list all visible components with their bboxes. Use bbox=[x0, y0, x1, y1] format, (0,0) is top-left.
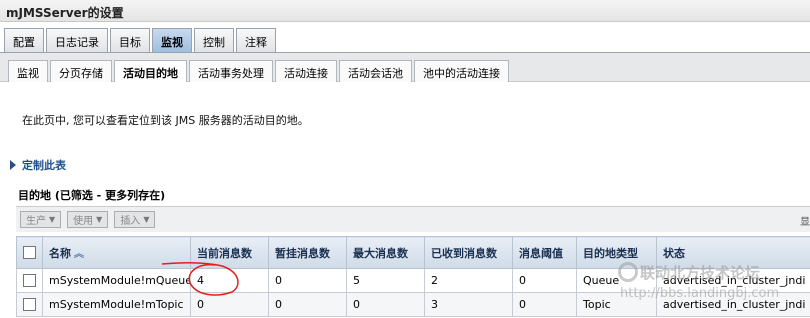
chevron-down-icon: ▼ bbox=[96, 215, 103, 224]
column-header-name-label: 名称 bbox=[49, 246, 71, 260]
chevron-down-icon: ▼ bbox=[49, 215, 56, 224]
subtab-active-transactions[interactable]: 活动事务处理 bbox=[189, 60, 273, 82]
row-select-cell bbox=[16, 268, 43, 293]
column-header-pending-messages[interactable]: 暂挂消息数 bbox=[268, 236, 347, 269]
cell-received-messages: 2 bbox=[424, 268, 513, 293]
window-title: mJMSServer的设置 bbox=[0, 0, 810, 22]
column-header-message-threshold[interactable]: 消息阈值 bbox=[512, 236, 577, 269]
table-row: mSystemModule!mTopic 0 0 0 3 0 Topic adv… bbox=[16, 292, 810, 317]
cell-current-messages: 0 bbox=[190, 292, 269, 317]
subtab-paging-store[interactable]: 分页存储 bbox=[50, 60, 112, 82]
customize-table-label: 定制此表 bbox=[22, 159, 66, 172]
cell-pending-messages: 0 bbox=[268, 268, 347, 293]
tab-configuration[interactable]: 配置 bbox=[4, 28, 44, 52]
subtab-active-session-pools[interactable]: 活动会话池 bbox=[339, 60, 412, 82]
tab-control[interactable]: 控制 bbox=[194, 28, 234, 52]
cell-destination-type: Topic bbox=[576, 292, 657, 317]
pager-text: 显 bbox=[800, 217, 810, 228]
insert-button[interactable]: 插入 ▼ bbox=[114, 211, 156, 228]
table-toolbar: 生产 ▼ 使用 ▼ 插入 ▼ 显 bbox=[16, 206, 810, 232]
subtab-active-destinations[interactable]: 活动目的地 bbox=[114, 60, 187, 82]
subtab-active-connections[interactable]: 活动连接 bbox=[275, 60, 337, 82]
column-header-max-messages[interactable]: 最大消息数 bbox=[346, 236, 425, 269]
row-select-cell bbox=[16, 292, 43, 317]
column-header-state[interactable]: 状态 bbox=[656, 236, 810, 269]
column-header-received-messages[interactable]: 已收到消息数 bbox=[424, 236, 513, 269]
table-header-row: 名称 ︽ 当前消息数 暂挂消息数 最大消息数 已收到消息数 消息阈值 目的地类型 … bbox=[16, 236, 810, 269]
cell-state: advertised_in_cluster_jndi bbox=[656, 292, 810, 317]
table-title: 目的地 (已筛选 - 更多列存在) bbox=[18, 189, 166, 202]
column-header-name[interactable]: 名称 ︽ bbox=[42, 236, 191, 269]
subtab-pooled-connections[interactable]: 池中的活动连接 bbox=[414, 60, 509, 82]
select-all-checkbox[interactable] bbox=[23, 246, 36, 260]
row-checkbox[interactable] bbox=[23, 298, 36, 312]
cell-pending-messages: 0 bbox=[268, 292, 347, 317]
consume-button[interactable]: 使用 ▼ bbox=[67, 211, 109, 228]
expand-triangle-icon bbox=[10, 160, 16, 170]
cell-name: mSystemModule!mTopic bbox=[42, 292, 191, 317]
select-all-cell bbox=[16, 236, 43, 269]
cell-message-threshold: 0 bbox=[512, 292, 577, 317]
cell-max-messages: 0 bbox=[346, 292, 425, 317]
table-row: mSystemModule!mQueue 4 0 5 2 0 Queue adv… bbox=[16, 268, 810, 293]
cell-max-messages: 5 bbox=[346, 268, 425, 293]
cell-name: mSystemModule!mQueue bbox=[42, 268, 191, 293]
insert-button-label: 插入 bbox=[120, 216, 141, 227]
cell-message-threshold: 0 bbox=[512, 268, 577, 293]
produce-button[interactable]: 生产 ▼ bbox=[20, 211, 62, 228]
tab-logging[interactable]: 日志记录 bbox=[46, 28, 108, 52]
cell-received-messages: 3 bbox=[424, 292, 513, 317]
produce-button-label: 生产 bbox=[26, 216, 46, 227]
row-checkbox[interactable] bbox=[23, 274, 36, 288]
page-description: 在此页中, 您可以查看定位到该 JMS 服务器的活动目的地。 bbox=[22, 114, 309, 127]
cell-state: advertised_in_cluster_jndi bbox=[656, 268, 810, 293]
cell-current-messages: 4 bbox=[190, 268, 269, 293]
tab-notes[interactable]: 注释 bbox=[236, 28, 276, 52]
column-header-current-messages[interactable]: 当前消息数 bbox=[190, 236, 269, 269]
chevron-down-icon: ▼ bbox=[143, 215, 150, 224]
consume-button-label: 使用 bbox=[73, 216, 94, 227]
subtab-monitoring[interactable]: 监视 bbox=[8, 60, 48, 82]
destinations-table: 名称 ︽ 当前消息数 暂挂消息数 最大消息数 已收到消息数 消息阈值 目的地类型 … bbox=[16, 236, 810, 317]
sub-tab-bar: 监视 分页存储 活动目的地 活动事务处理 活动连接 活动会话池 池中的活动连接 bbox=[8, 60, 511, 82]
customize-table-link[interactable]: 定制此表 bbox=[10, 157, 66, 173]
cell-destination-type: Queue bbox=[576, 268, 657, 293]
tab-monitoring[interactable]: 监视 bbox=[152, 28, 192, 52]
tab-targets[interactable]: 目标 bbox=[110, 28, 150, 52]
column-header-destination-type[interactable]: 目的地类型 bbox=[576, 236, 657, 269]
sort-icon[interactable]: ︽ bbox=[74, 249, 84, 260]
main-tab-bar: 配置 日志记录 目标 监视 控制 注释 bbox=[4, 28, 278, 52]
